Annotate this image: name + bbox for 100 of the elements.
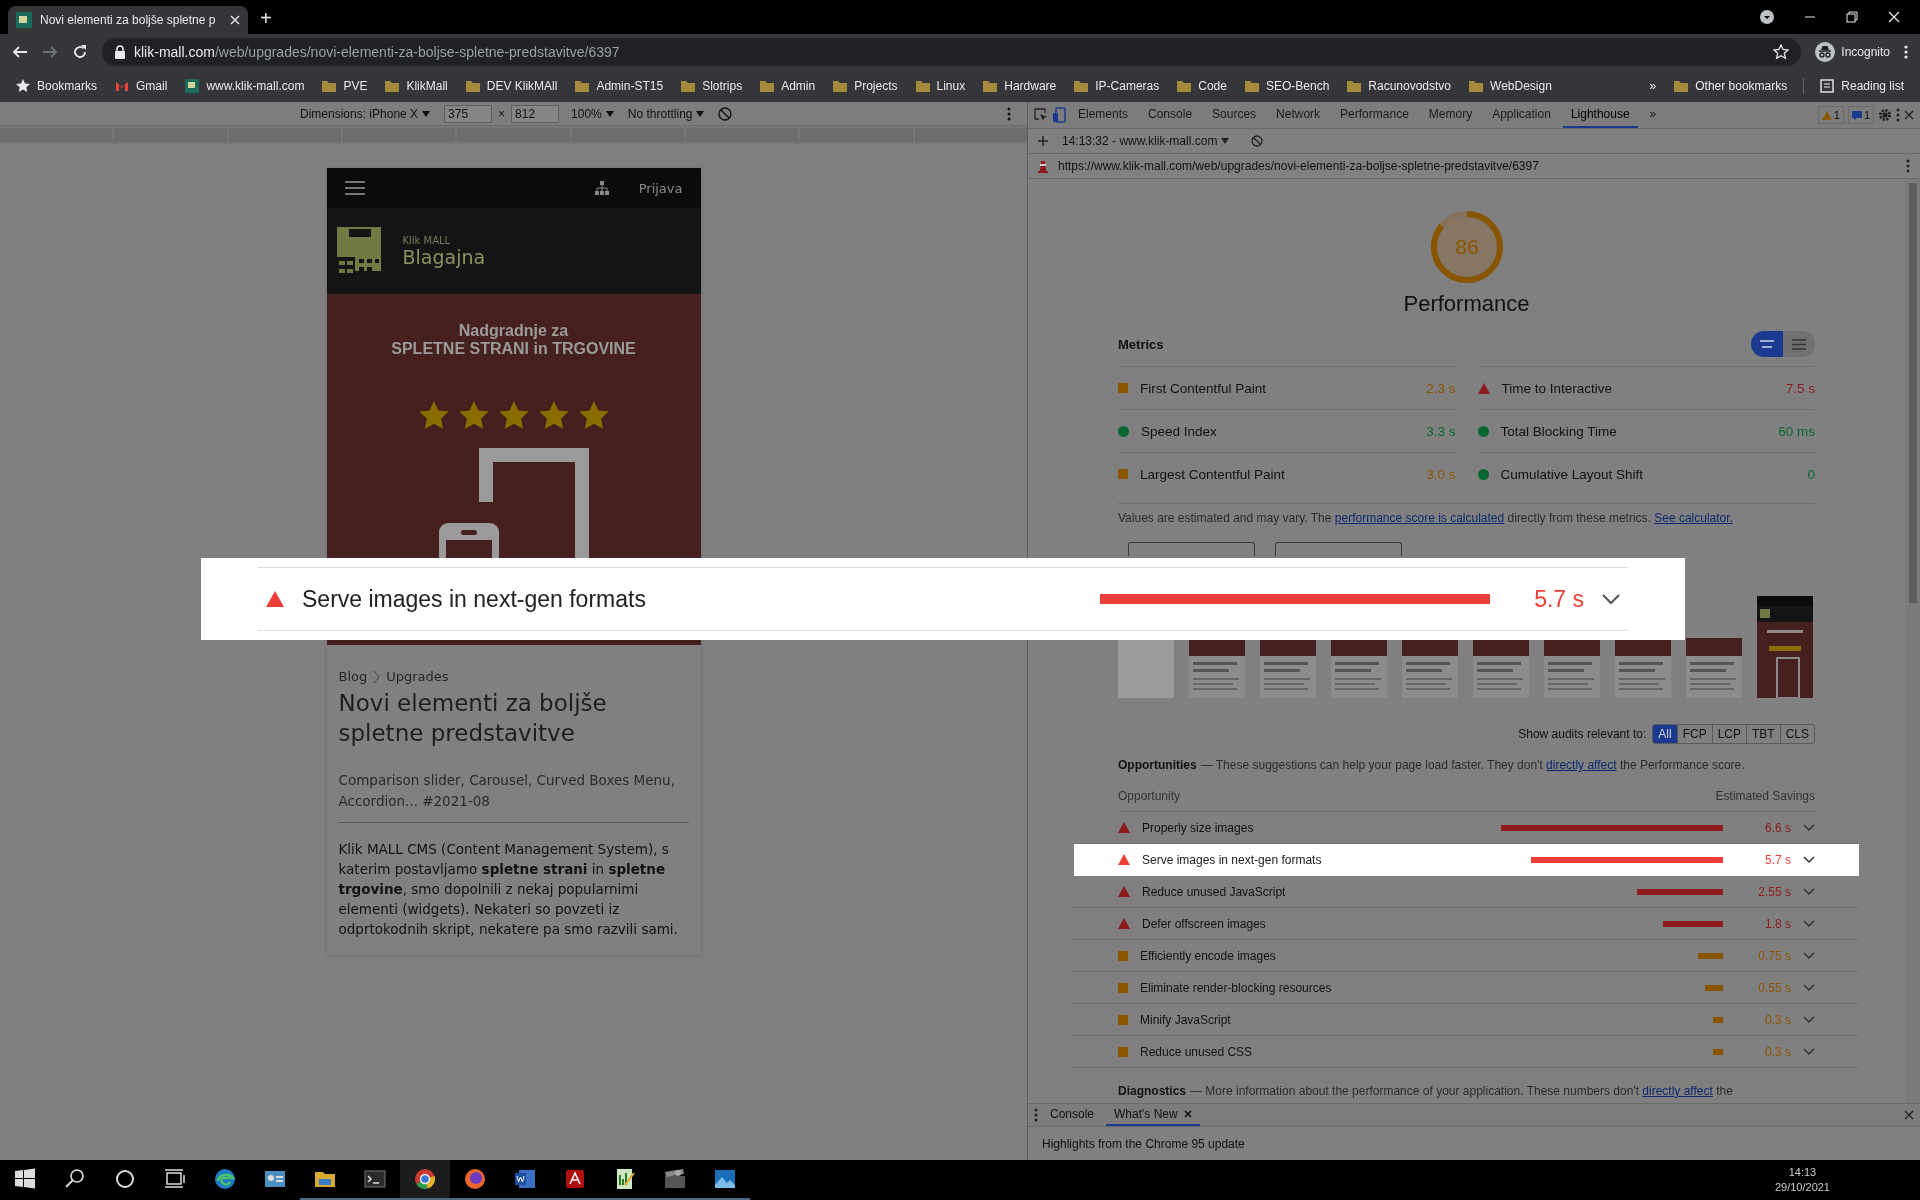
audit-row[interactable]: Defer offscreen images 1.8 s	[1074, 908, 1859, 940]
restore-icon[interactable]	[1846, 11, 1858, 23]
menu-icon[interactable]	[1904, 44, 1908, 60]
circle-icon[interactable]	[113, 1167, 137, 1191]
pdf-icon[interactable]	[563, 1167, 587, 1191]
bookmark-item[interactable]: Bookmarks	[8, 76, 106, 96]
browser-icon[interactable]	[413, 1167, 437, 1191]
device-toggle-icon[interactable]	[1052, 107, 1066, 123]
rotate-icon[interactable]	[718, 106, 733, 121]
savings-value: 1.8 s	[1764, 916, 1791, 931]
filter-button[interactable]: CLS	[1779, 725, 1814, 743]
filter-button[interactable]: LCP	[1711, 725, 1746, 743]
filter-button[interactable]: TBT	[1746, 725, 1780, 743]
bookmark-item[interactable]: Projects	[825, 76, 906, 96]
scrollbar[interactable]	[1905, 179, 1920, 1103]
bookmark-item[interactable]: www.klik-mall.com	[177, 76, 313, 96]
bookmark-item[interactable]: Linux	[907, 76, 974, 96]
devtools-tab[interactable]: Lighthouse	[1562, 102, 1638, 128]
trace-button[interactable]	[1275, 542, 1402, 556]
filter-button[interactable]: All	[1653, 725, 1677, 743]
filter-button[interactable]: FCP	[1676, 725, 1712, 743]
link[interactable]: performance score is calculated	[1334, 511, 1505, 525]
bookmark-item[interactable]: KlikMall	[377, 76, 456, 96]
add-icon[interactable]	[1038, 136, 1048, 146]
inspect-icon[interactable]	[1034, 108, 1048, 122]
audit-row[interactable]: Reduce unused JavaScript 2.55 s	[1074, 876, 1859, 908]
devtools-tab[interactable]: Network	[1268, 102, 1329, 128]
start-icon[interactable]	[13, 1167, 37, 1191]
browser-tab[interactable]: Novi elementi za boljše spletne p	[8, 6, 248, 34]
link[interactable]: See calculator.	[1654, 511, 1733, 525]
menu-icon[interactable]	[344, 181, 365, 195]
link[interactable]: directly affect	[1642, 1084, 1713, 1098]
devtools-tab[interactable]: Elements	[1070, 102, 1137, 128]
bookmark-item[interactable]: Gmail	[107, 76, 176, 96]
devtools-tab[interactable]: Performance	[1332, 102, 1417, 128]
document-icon[interactable]	[513, 1167, 537, 1191]
bookmark-item[interactable]: PVE	[314, 76, 376, 96]
device-dropdown[interactable]: Dimensions: iPhone X	[300, 106, 431, 121]
bookmark-item[interactable]: Admin-ST15	[567, 76, 672, 96]
filter-label: Show audits relevant to:	[1518, 727, 1647, 741]
zoom-dropdown[interactable]: 100%	[571, 106, 614, 121]
bookmark-item[interactable]: IP-Cameras	[1066, 76, 1168, 96]
messages-badge[interactable]: 1	[1847, 106, 1874, 124]
clear-icon[interactable]	[1251, 135, 1264, 147]
profile-button[interactable]: Incognito	[1815, 42, 1890, 62]
drawer-tab[interactable]: What's New	[1106, 1104, 1200, 1126]
drawer-tab[interactable]: Console	[1042, 1104, 1103, 1126]
width-input[interactable]: 375	[444, 104, 493, 123]
more-icon[interactable]	[1034, 1108, 1038, 1122]
height-input[interactable]: 812	[511, 104, 560, 123]
devtools-tab[interactable]: Console	[1140, 102, 1201, 128]
section-description: Opportunities — These suggestions can help your page load faster. They don't directly affect the Performance score.	[1118, 757, 1746, 774]
terminal-icon[interactable]	[363, 1167, 387, 1191]
audit-row[interactable]: Eliminate render-blocking resources 0.55 s	[1074, 972, 1859, 1004]
breadcrumb-link[interactable]: Upgrades	[386, 669, 449, 684]
breadcrumb-link[interactable]: Blog	[338, 669, 368, 684]
bookmark-item[interactable]: Admin	[752, 76, 824, 96]
chevron-down-icon[interactable]	[1803, 855, 1815, 864]
bookmark-item[interactable]: DEV KlikMAll	[457, 76, 566, 96]
view-toggle[interactable]	[1751, 331, 1815, 357]
tab-search-icon[interactable]	[1760, 10, 1774, 24]
bookmark-item[interactable]: Slotrips	[673, 76, 751, 96]
more-icon[interactable]	[1906, 159, 1910, 173]
devtools-tab[interactable]: Sources	[1204, 102, 1265, 128]
report-dropdown[interactable]: 14:13:32 - www.klik-mall.com	[1062, 134, 1230, 148]
photos-icon[interactable]	[713, 1167, 737, 1191]
new-tab-button[interactable]: +	[260, 7, 272, 30]
reload-icon[interactable]	[72, 44, 88, 60]
bookmark-item[interactable]: SEO-Bench	[1236, 76, 1338, 96]
media-icon[interactable]	[663, 1167, 687, 1191]
link[interactable]: directly affect	[1546, 758, 1617, 772]
bookmark-item[interactable]: WebDesign	[1461, 76, 1560, 96]
sitemap-icon[interactable]	[594, 181, 609, 195]
more-tabs-button[interactable]: »	[1641, 102, 1665, 128]
bookmark-item[interactable]: Hardware	[975, 76, 1065, 96]
task-view-icon[interactable]	[163, 1167, 187, 1191]
audit-row[interactable]: Minify JavaScript 0.3 s	[1074, 1004, 1859, 1036]
audit-row[interactable]: Serve images in next-gen formats 5.7 s	[1074, 844, 1859, 876]
reading-list-button[interactable]: Reading list	[1812, 76, 1912, 96]
bookmark-folder[interactable]: Other bookmarks	[1666, 76, 1796, 96]
browser-icon[interactable]	[463, 1167, 487, 1191]
bookmark-item[interactable]: Code	[1169, 76, 1235, 96]
more-bookmarks-button[interactable]: »	[1641, 76, 1665, 96]
warnings-badge[interactable]: 1	[1817, 106, 1844, 124]
trace-button[interactable]	[1128, 542, 1255, 556]
settings-icon[interactable]	[1878, 108, 1892, 122]
more-icon[interactable]	[1007, 106, 1011, 121]
throttling-dropdown[interactable]: No throttling	[627, 106, 705, 121]
star-icon[interactable]	[1773, 44, 1790, 60]
audit-row[interactable]: Efficiently encode images 0.75 s	[1074, 940, 1859, 972]
bookmark-item[interactable]: Racunovodstvo	[1339, 76, 1460, 96]
forward-icon[interactable]	[42, 44, 58, 60]
audit-row[interactable]: Reduce unused CSS 0.3 s	[1074, 1036, 1859, 1068]
devtools-tab[interactable]: Memory	[1420, 102, 1481, 128]
login-link[interactable]: Prijava	[638, 180, 683, 196]
back-icon[interactable]	[12, 44, 28, 60]
devtools-tab[interactable]: Application	[1484, 102, 1559, 128]
more-icon[interactable]	[1896, 108, 1900, 122]
address-bar[interactable]: klik-mall.com/web/upgrades/novi-elementi-za-boljse-spletne-predstavitve/6397	[102, 38, 1802, 66]
browser-icon[interactable]	[213, 1167, 237, 1191]
